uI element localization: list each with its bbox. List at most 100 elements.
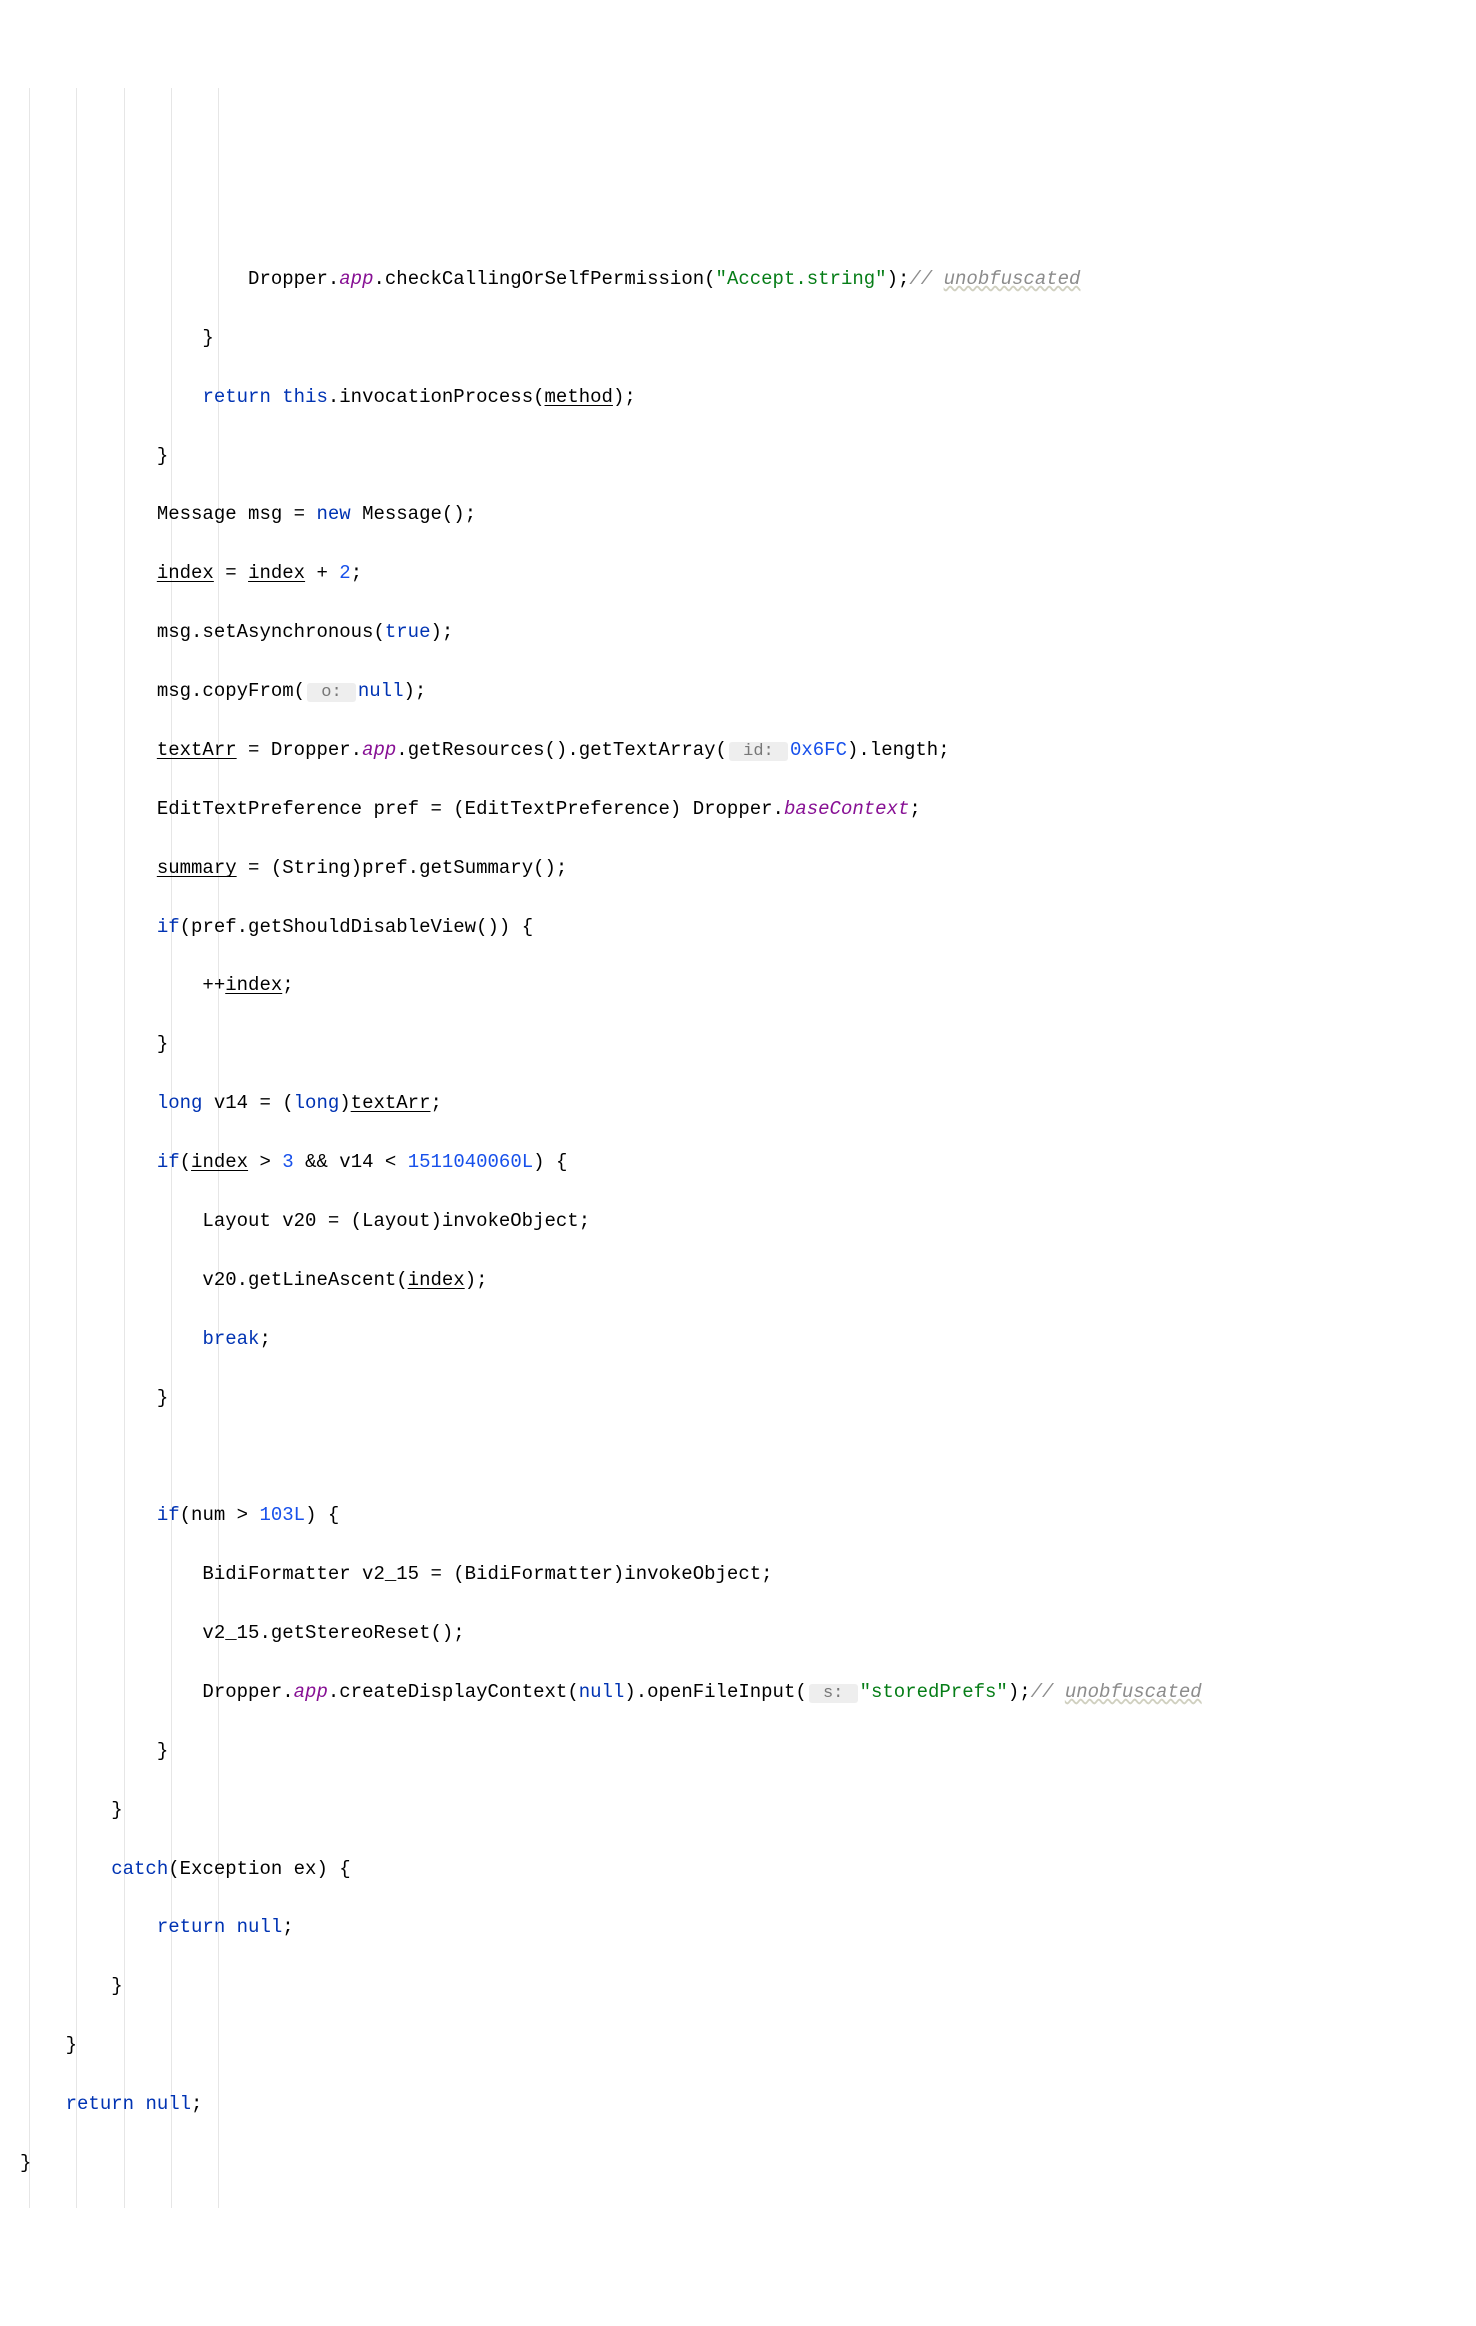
code-text: ); — [430, 621, 453, 643]
code-text — [134, 2093, 145, 2115]
code-line[interactable]: BidiFormatter v2_15 = (BidiFormatter)inv… — [20, 1560, 1456, 1589]
string-literal: "storedPrefs" — [860, 1681, 1008, 1703]
code-line[interactable]: msg.setAsynchronous(true); — [20, 618, 1456, 647]
code-text: } — [20, 2152, 31, 2174]
code-text: ); — [613, 386, 636, 408]
code-text: } — [20, 2034, 77, 2056]
code-text — [20, 1504, 157, 1526]
code-line[interactable]: } — [20, 2149, 1456, 2178]
code-text — [225, 1916, 236, 1938]
code-line[interactable]: if(num > 103L) { — [20, 1501, 1456, 1530]
code-line[interactable]: msg.copyFrom( o: null); — [20, 677, 1456, 706]
code-text: (pref.getShouldDisableView()) { — [180, 916, 533, 938]
keyword: this — [282, 386, 328, 408]
code-text: Dropper. — [20, 268, 339, 290]
param-ref: method — [545, 386, 613, 408]
comment: // unobfuscated — [1031, 1681, 1202, 1703]
code-text: .checkCallingOrSelfPermission( — [373, 268, 715, 290]
keyword: if — [157, 1151, 180, 1173]
code-line[interactable]: break; — [20, 1325, 1456, 1354]
field-ref: app — [339, 268, 373, 290]
code-text: ); — [465, 1269, 488, 1291]
comment: // unobfuscated — [909, 268, 1080, 290]
code-text: } — [20, 445, 168, 467]
keyword: new — [316, 503, 350, 525]
code-text: (num > — [180, 1504, 260, 1526]
code-text: ; — [282, 1916, 293, 1938]
keyword: true — [385, 621, 431, 643]
var-ref: textArr — [157, 739, 237, 761]
code-line[interactable]: textArr = Dropper.app.getResources().get… — [20, 736, 1456, 765]
code-text: .getResources().getTextArray( — [396, 739, 727, 761]
keyword: null — [145, 2093, 191, 2115]
code-line[interactable]: } — [20, 2031, 1456, 2060]
var-ref: index — [191, 1151, 248, 1173]
code-text: } — [20, 327, 214, 349]
code-line[interactable]: summary = (String)pref.getSummary(); — [20, 854, 1456, 883]
code-text: } — [20, 1799, 123, 1821]
code-line[interactable]: v20.getLineAscent(index); — [20, 1266, 1456, 1295]
inlay-hint: o: — [307, 683, 356, 702]
code-line[interactable] — [20, 1442, 1456, 1471]
code-line[interactable]: } — [20, 1972, 1456, 2001]
number-literal: 1511040060L — [408, 1151, 533, 1173]
keyword: return — [157, 1916, 225, 1938]
code-text — [20, 2093, 66, 2115]
code-text — [20, 857, 157, 879]
code-text: = — [214, 562, 248, 584]
code-line[interactable]: } — [20, 442, 1456, 471]
code-text: > — [248, 1151, 282, 1173]
code-text: ); — [887, 268, 910, 290]
code-text: ).openFileInput( — [624, 1681, 806, 1703]
code-line[interactable]: index = index + 2; — [20, 559, 1456, 588]
field-ref: app — [294, 1681, 328, 1703]
code-text: ( — [180, 1151, 191, 1173]
code-text — [20, 386, 202, 408]
code-text: ; — [909, 798, 920, 820]
code-line[interactable]: } — [20, 1737, 1456, 1766]
code-line[interactable]: Message msg = new Message(); — [20, 500, 1456, 529]
code-text: ++ — [20, 974, 225, 996]
keyword: long — [157, 1092, 203, 1114]
keyword: return — [202, 386, 270, 408]
keyword: break — [202, 1328, 259, 1350]
number-literal: 2 — [339, 562, 350, 584]
code-line[interactable]: return null; — [20, 2090, 1456, 2119]
code-line[interactable]: return this.invocationProcess(method); — [20, 383, 1456, 412]
code-editor[interactable]: Dropper.app.checkCallingOrSelfPermission… — [0, 88, 1476, 2208]
code-line[interactable]: if(index > 3 && v14 < 1511040060L) { — [20, 1148, 1456, 1177]
code-text: Layout v20 = (Layout)invokeObject; — [20, 1210, 590, 1232]
code-line[interactable]: EditTextPreference pref = (EditTextPrefe… — [20, 795, 1456, 824]
code-line[interactable]: Dropper.app.createDisplayContext(null).o… — [20, 1678, 1456, 1707]
inlay-hint: s: — [809, 1684, 858, 1703]
keyword: return — [66, 2093, 134, 2115]
code-line[interactable]: return null; — [20, 1913, 1456, 1942]
code-line[interactable]: catch(Exception ex) { — [20, 1855, 1456, 1884]
code-line[interactable]: } — [20, 324, 1456, 353]
code-line[interactable]: } — [20, 1030, 1456, 1059]
keyword: catch — [111, 1858, 168, 1880]
code-line[interactable]: v2_15.getStereoReset(); — [20, 1619, 1456, 1648]
code-text — [20, 916, 157, 938]
code-line[interactable]: } — [20, 1796, 1456, 1825]
code-text: ).length; — [847, 739, 950, 761]
code-line[interactable]: Layout v20 = (Layout)invokeObject; — [20, 1207, 1456, 1236]
var-ref: index — [157, 562, 214, 584]
code-text: && v14 < — [294, 1151, 408, 1173]
code-line[interactable]: Dropper.app.checkCallingOrSelfPermission… — [20, 265, 1456, 294]
code-text: msg.setAsynchronous( — [20, 621, 385, 643]
code-line[interactable]: } — [20, 1384, 1456, 1413]
code-text: ) { — [533, 1151, 567, 1173]
keyword: if — [157, 916, 180, 938]
code-text: Dropper. — [20, 1681, 294, 1703]
code-text: } — [20, 1975, 123, 1997]
code-text: v2_15.getStereoReset(); — [20, 1622, 465, 1644]
code-text — [20, 1916, 157, 1938]
code-line[interactable]: if(pref.getShouldDisableView()) { — [20, 913, 1456, 942]
code-text: ); — [403, 680, 426, 702]
inlay-hint: id: — [729, 742, 788, 761]
number-literal: 103L — [259, 1504, 305, 1526]
code-line[interactable]: ++index; — [20, 971, 1456, 1000]
code-line[interactable]: long v14 = (long)textArr; — [20, 1089, 1456, 1118]
number-literal: 0x6FC — [790, 739, 847, 761]
